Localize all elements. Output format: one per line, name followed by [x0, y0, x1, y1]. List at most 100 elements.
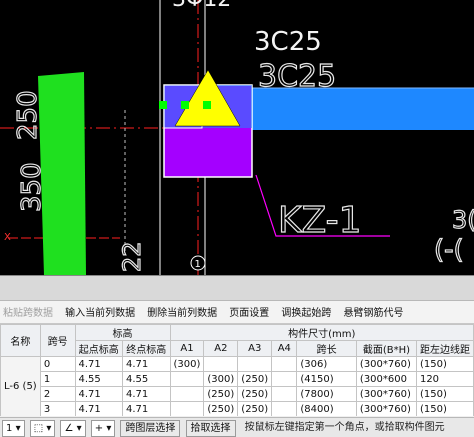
header-edge-distance[interactable]: 距左边线距	[415, 340, 474, 357]
cantilever-rebar-code-button[interactable]: 悬臂钢筋代号	[340, 303, 406, 323]
rebar-label-top: 3Φ12	[172, 0, 231, 12]
a4-cell[interactable]	[271, 401, 298, 416]
input-column-data-button[interactable]: 输入当前列数据	[62, 303, 138, 323]
header-end-elevation[interactable]: 终点标高	[122, 340, 171, 357]
header-a2[interactable]: A2	[203, 340, 239, 357]
table-row[interactable]: 3 4.71 4.71 (250) (250) (8400) (300*760)…	[1, 401, 474, 416]
layer-combo[interactable]: 1 ▾	[2, 420, 25, 437]
header-span[interactable]: 跨号	[39, 324, 76, 357]
span-length-cell[interactable]: (306)	[296, 356, 357, 372]
header-a3[interactable]: A3	[237, 340, 273, 357]
span-cell[interactable]: 0	[39, 356, 76, 372]
right-partial-label-lower: (-(	[434, 235, 464, 265]
section-cell[interactable]: (300*600	[355, 371, 417, 387]
a4-cell[interactable]	[271, 371, 298, 387]
grip-point[interactable]	[203, 101, 211, 109]
rebar-label-3c25: 3C25	[254, 27, 322, 57]
start-elevation-cell[interactable]: 4.71	[74, 401, 124, 416]
pick-select-button[interactable]: 拾取选择	[185, 420, 236, 437]
cursor-icon: ⬚	[33, 423, 44, 434]
section-cell[interactable]: (300*760)	[355, 356, 417, 372]
span-table-panel: 粘贴跨数据 输入当前列数据 删除当前列数据 页面设置 调换起始跨 悬臂钢筋代号 …	[0, 275, 474, 437]
layer-combo-value: 1	[6, 423, 13, 434]
axis-x-label: X	[4, 232, 11, 243]
start-elevation-cell[interactable]: 4.71	[74, 356, 124, 372]
span-data-grid[interactable]: 名称 跨号 标高 构件尺寸(mm) 起点标高 终点标高 A1 A2 A3 A4 …	[0, 324, 474, 416]
page-setup-button[interactable]: 页面设置	[226, 303, 272, 323]
span-table: 名称 跨号 标高 构件尺寸(mm) 起点标高 终点标高 A1 A2 A3 A4 …	[0, 324, 474, 416]
span-cell[interactable]: 3	[39, 401, 76, 416]
end-elevation-cell[interactable]: 4.71	[122, 356, 171, 372]
crosshair-icon: +	[94, 423, 104, 434]
grip-point[interactable]	[159, 101, 167, 109]
column-tag-kz-1: KZ-1	[278, 200, 362, 241]
header-a4[interactable]: A4	[271, 340, 298, 357]
span-length-cell[interactable]: (7800)	[296, 386, 357, 402]
edge-distance-cell[interactable]: (150)	[415, 386, 474, 402]
paste-span-data-button[interactable]: 粘贴跨数据	[0, 303, 56, 323]
a2-cell[interactable]: (250)	[203, 386, 239, 402]
header-a1[interactable]: A1	[169, 340, 205, 357]
drawing-canvas[interactable]: 3Φ12 3C25 3C25 KZ-1 3( (-( 250 350 22 X …	[0, 0, 474, 275]
span-length-cell[interactable]: (8400)	[296, 401, 357, 416]
header-dimensions[interactable]: 构件尺寸(mm)	[169, 324, 474, 341]
span-cell[interactable]: 2	[39, 386, 76, 402]
chevron-down-icon: ▾	[106, 423, 112, 434]
end-elevation-cell[interactable]: 4.55	[122, 371, 171, 387]
a1-cell[interactable]	[169, 386, 205, 402]
span-cell[interactable]: 1	[39, 371, 76, 387]
a3-cell[interactable]: (250)	[237, 371, 273, 387]
section-cell[interactable]: (300*760)	[355, 401, 417, 416]
table-row[interactable]: L-6 (5) 0 4.71 4.71 (300) (306) (300*760…	[0, 356, 474, 416]
edge-distance-cell[interactable]: (150)	[415, 401, 474, 416]
snap-icon: ∠	[64, 423, 74, 434]
start-elevation-cell[interactable]: 4.71	[74, 386, 124, 402]
table-row[interactable]: 1 4.55 4.55 (300) (250) (4150) (300*600 …	[1, 371, 474, 387]
grip-point[interactable]	[181, 101, 189, 109]
swap-start-span-button[interactable]: 调换起始跨	[278, 303, 334, 323]
right-partial-label: 3(	[452, 206, 474, 234]
header-start-elevation[interactable]: 起点标高	[74, 340, 124, 357]
header-elevation[interactable]: 标高	[74, 324, 171, 341]
axis-marker-number: 1	[195, 259, 201, 270]
snap-mode-combo[interactable]: ∠ ▾	[60, 420, 86, 437]
end-elevation-cell[interactable]: 4.71	[122, 386, 171, 402]
a2-cell[interactable]	[203, 356, 239, 372]
a3-cell[interactable]	[237, 356, 273, 372]
table-row[interactable]: 2 4.71 4.71 (250) (250) (7800) (300*760)…	[1, 386, 474, 402]
command-hint: 按鼠标左键指定第一个角点，或拾取构件图元	[244, 422, 445, 433]
end-elevation-cell[interactable]: 4.71	[122, 401, 171, 416]
chevron-down-icon: ▾	[46, 423, 52, 434]
select-mode-combo[interactable]: ⬚ ▾	[29, 420, 56, 437]
beam-name-cell[interactable]: L-6 (5)	[0, 356, 41, 416]
rebar-label-outline: 3C25	[258, 59, 336, 94]
edge-distance-cell[interactable]: 120	[415, 371, 474, 387]
header-section[interactable]: 截面(B*H)	[355, 340, 417, 357]
start-elevation-cell[interactable]: 4.55	[74, 371, 124, 387]
layer-select-button[interactable]: 跨图层选择	[120, 420, 181, 437]
delete-column-data-button[interactable]: 删除当前列数据	[144, 303, 220, 323]
section-cell[interactable]: (300*760)	[355, 386, 417, 402]
span-length-cell[interactable]: (4150)	[296, 371, 357, 387]
a1-cell[interactable]	[169, 371, 205, 387]
a3-cell[interactable]: (250)	[237, 401, 273, 416]
cad-drawing[interactable]: 3Φ12 3C25 3C25 KZ-1 3( (-( 250 350 22 X …	[0, 0, 474, 275]
a1-cell[interactable]: (300)	[169, 356, 205, 372]
a3-cell[interactable]: (250)	[237, 386, 273, 402]
dimension-22: 22	[118, 241, 146, 272]
a1-cell[interactable]	[169, 401, 205, 416]
header-span-length[interactable]: 跨长	[296, 340, 357, 357]
a2-cell[interactable]: (250)	[203, 401, 239, 416]
table-toolbar: 粘贴跨数据 输入当前列数据 删除当前列数据 页面设置 调换起始跨 悬臂钢筋代号	[0, 301, 474, 324]
a4-cell[interactable]	[271, 356, 298, 372]
dimension-250: 250	[13, 90, 43, 140]
header-name[interactable]: 名称	[0, 324, 41, 357]
edge-distance-cell[interactable]: (150)	[415, 356, 474, 372]
a2-cell[interactable]: (300)	[203, 371, 239, 387]
panel-splitter[interactable]	[0, 276, 474, 301]
ortho-mode-combo[interactable]: + ▾	[90, 420, 116, 437]
status-bar: 1 ▾ ⬚ ▾ ∠ ▾ + ▾ 跨图层选择 拾取选择 按鼠标左键指定第一个角点，…	[0, 417, 474, 437]
chevron-down-icon: ▾	[76, 423, 82, 434]
a4-cell[interactable]	[271, 386, 298, 402]
blue-beam[interactable]	[250, 88, 474, 130]
